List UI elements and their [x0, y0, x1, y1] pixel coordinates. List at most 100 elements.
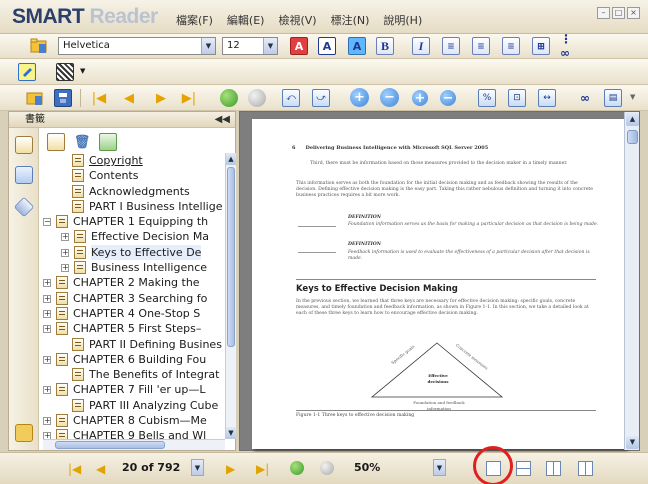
bookmark-item[interactable]: + CHAPTER 6 Building Fou	[43, 352, 225, 367]
menu-view[interactable]: 檢視(V)	[278, 12, 316, 28]
bookmark-item[interactable]: + Effective Decision Ma	[43, 229, 225, 244]
font-family-select[interactable]: Helvetica ▼	[58, 37, 216, 55]
bookmark-item[interactable]: − CHAPTER 1 Equipping th	[43, 214, 225, 229]
collapse-panel-icon[interactable]: ◀◀	[215, 112, 230, 127]
align-right-icon[interactable]: ≡	[502, 37, 520, 55]
bookmark-item[interactable]: Copyright	[43, 153, 225, 168]
bold-button[interactable]: B	[376, 37, 394, 55]
expand-icon[interactable]: +	[43, 309, 51, 318]
bookmark-item[interactable]: Acknowledgments	[43, 184, 225, 199]
collapse-icon[interactable]: −	[43, 218, 51, 227]
tree-hscrollbar[interactable]	[43, 439, 225, 450]
page-number-input[interactable]: 20 of 792 ▼	[116, 459, 218, 477]
viewer-scroll-thumb[interactable]	[627, 130, 638, 144]
expand-icon[interactable]: +	[43, 325, 51, 334]
bookmark-item[interactable]: PART III Analyzing Cube	[43, 398, 225, 413]
bookmark-item[interactable]: + Business Intelligence	[43, 260, 225, 275]
actual-size-icon[interactable]: %	[478, 89, 496, 107]
special-char-icon[interactable]: ⊞	[532, 37, 550, 55]
close-button[interactable]: ×	[627, 7, 640, 19]
zoom-input[interactable]: 50% ▼	[348, 459, 446, 477]
expand-icon[interactable]: +	[61, 248, 69, 257]
bookmark-item[interactable]: + CHAPTER 9 Bells and Wl	[43, 428, 225, 439]
text-color-button[interactable]: A	[290, 37, 308, 55]
bookmark-item[interactable]: + CHAPTER 3 Searching fo	[43, 291, 225, 306]
open-icon[interactable]	[26, 89, 44, 107]
open-folder-icon[interactable]	[30, 37, 48, 55]
bookmark-tab-icon[interactable]	[15, 136, 33, 154]
delete-bookmark-icon[interactable]: 🗑	[73, 133, 91, 151]
bookmark-icon[interactable]: ▤	[604, 89, 622, 107]
document-viewer[interactable]: 6 Delivering Business Intelligence with M…	[239, 111, 640, 451]
chevron-down-icon[interactable]: ▼	[80, 67, 85, 75]
continuous-view-icon[interactable]	[516, 461, 531, 476]
zoom-out-icon[interactable]: −	[380, 88, 399, 107]
highlight-button[interactable]: A	[348, 37, 366, 55]
chevron-down-icon[interactable]: ▼	[191, 459, 204, 476]
last-page-icon[interactable]: ▶|	[256, 462, 269, 476]
bookmark-item[interactable]: Contents	[43, 168, 225, 183]
back-icon[interactable]	[290, 461, 304, 475]
first-page-icon[interactable]: |◀	[90, 89, 108, 107]
find-icon[interactable]: ⋮ ∞	[560, 32, 586, 60]
expand-icon[interactable]: +	[61, 264, 69, 273]
save-icon[interactable]	[54, 89, 72, 107]
fit-page-icon[interactable]: ⊡	[508, 89, 526, 107]
expand-icon[interactable]: +	[43, 355, 51, 364]
first-page-icon[interactable]: |◀	[68, 462, 81, 476]
chevron-down-icon[interactable]: ▼	[433, 459, 446, 476]
font-size-select[interactable]: 12 ▼	[222, 37, 278, 55]
chevron-up-icon[interactable]: ▲	[626, 113, 639, 126]
previous-page-icon[interactable]: ◀	[120, 89, 138, 107]
minimize-button[interactable]: –	[597, 7, 610, 19]
next-page-icon[interactable]: ▶	[226, 462, 235, 476]
expand-icon[interactable]: +	[61, 233, 69, 242]
chevron-down-icon[interactable]: ▼	[630, 93, 635, 101]
last-page-icon[interactable]: ▶|	[180, 89, 198, 107]
back-icon[interactable]	[220, 89, 238, 107]
search-icon[interactable]: ∞	[574, 89, 596, 107]
bookmark-item[interactable]: + CHAPTER 8 Cubism—Me	[43, 413, 225, 428]
bookmark-item[interactable]: + Keys to Effective De	[43, 244, 225, 260]
previous-page-icon[interactable]: ◀	[96, 462, 105, 476]
facing-view-icon[interactable]	[546, 461, 561, 476]
viewer-scrollbar[interactable]: ▲ ▼	[624, 112, 639, 450]
expand-icon[interactable]: +	[43, 417, 51, 426]
bookmark-item[interactable]: The Benefits of Integrat	[43, 367, 225, 382]
rotate-left-icon[interactable]: ⤺	[282, 89, 300, 107]
forward-icon[interactable]	[248, 89, 266, 107]
menu-help[interactable]: 說明(H)	[383, 12, 422, 28]
expand-icon[interactable]: +	[43, 279, 51, 288]
layers-tab-icon[interactable]	[13, 196, 35, 218]
zoom-in-icon[interactable]: +	[350, 88, 369, 107]
continuous-facing-view-icon[interactable]	[578, 461, 593, 476]
thumbnails-tab-icon[interactable]	[15, 166, 33, 184]
italic-button[interactable]: I	[412, 37, 430, 55]
rotate-right-icon[interactable]: ⤻	[312, 89, 330, 107]
next-page-icon[interactable]: ▶	[152, 89, 170, 107]
bookmark-item[interactable]: PART II Defining Busines	[43, 337, 225, 352]
new-bookmark-icon[interactable]	[47, 133, 65, 151]
scroll-thumb[interactable]	[227, 167, 235, 347]
tree-scrollbar[interactable]: ▲ ▼	[225, 153, 236, 439]
chevron-down-icon[interactable]: ▼	[626, 436, 639, 449]
bookmark-item[interactable]: + CHAPTER 2 Making the	[43, 275, 225, 290]
goto-bookmark-icon[interactable]	[99, 133, 117, 151]
decrease-icon[interactable]: −	[440, 90, 456, 106]
forward-icon[interactable]	[320, 461, 334, 475]
fit-width-icon[interactable]: ↔	[538, 89, 556, 107]
menu-annotate[interactable]: 標注(N)	[331, 12, 370, 28]
expand-icon[interactable]: +	[43, 386, 51, 395]
attachment-tab-icon[interactable]	[15, 424, 33, 442]
maximize-button[interactable]: □	[612, 7, 625, 19]
menu-edit[interactable]: 編輯(E)	[227, 12, 265, 28]
align-center-icon[interactable]: ≡	[472, 37, 490, 55]
align-left-icon[interactable]: ≡	[442, 37, 460, 55]
bookmark-item[interactable]: + CHAPTER 7 Fill 'er up—L	[43, 382, 225, 397]
increase-icon[interactable]: +	[412, 90, 428, 106]
bookmark-item[interactable]: PART I Business Intellige	[43, 199, 225, 214]
chevron-up-icon[interactable]: ▲	[226, 153, 236, 165]
pattern-icon[interactable]	[56, 63, 74, 81]
menu-file[interactable]: 檔案(F)	[176, 12, 213, 28]
bookmark-item[interactable]: + CHAPTER 4 One-Stop S	[43, 306, 225, 321]
